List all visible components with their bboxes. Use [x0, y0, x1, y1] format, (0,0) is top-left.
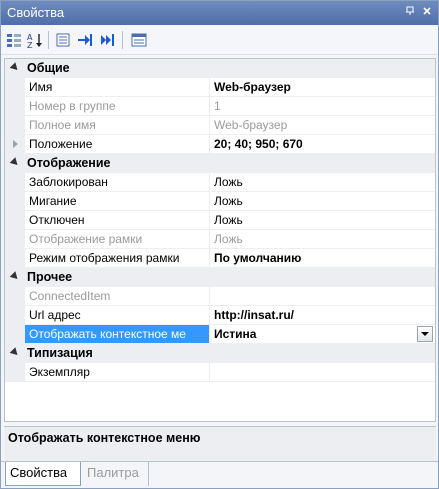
property-row-group-number[interactable]: Номер в группе 1 [5, 97, 435, 116]
property-name: Имя [25, 78, 210, 97]
property-name: Мигание [25, 192, 210, 211]
property-name: ConnectedItem [25, 287, 210, 306]
property-value[interactable]: Web-браузер [210, 78, 435, 97]
property-name: Положение [25, 135, 210, 154]
category-label: Отображение [27, 156, 111, 170]
bindings-icon[interactable] [98, 31, 116, 49]
property-name: Заблокирован [25, 173, 210, 192]
toolbar: AZ [1, 25, 438, 55]
property-value: 1 [210, 97, 435, 116]
property-name: Режим отображения рамки [25, 249, 210, 268]
category-label: Типизация [27, 346, 93, 360]
property-name: Экземпляр [25, 363, 210, 382]
property-value[interactable]: Ложь [210, 211, 435, 230]
property-value: Web-браузер [210, 116, 435, 135]
property-row-disabled[interactable]: Отключен Ложь [5, 211, 435, 230]
property-row-name[interactable]: Имя Web-браузер [5, 78, 435, 97]
categorized-icon[interactable] [5, 31, 23, 49]
property-name: Номер в группе [25, 97, 210, 116]
properties-panel: Свойства AZ Общие Имя Web-браузер Номер … [0, 0, 439, 489]
property-value[interactable]: Ложь [210, 192, 435, 211]
property-name: Полное имя [25, 116, 210, 135]
category-label: Прочее [27, 270, 73, 284]
expand-icon[interactable] [13, 140, 18, 148]
property-row-frame-display[interactable]: Отображение рамки Ложь [5, 230, 435, 249]
category-label: Общие [27, 61, 70, 75]
property-value[interactable]: http://insat.ru/ [210, 306, 435, 325]
collapse-icon[interactable] [9, 271, 21, 282]
property-row-instance[interactable]: Экземпляр [5, 363, 435, 382]
description-pane: Отображать контекстное меню [4, 426, 436, 457]
property-row-connected-item[interactable]: ConnectedItem [5, 287, 435, 306]
property-row-context-menu[interactable]: Отображать контекстное ме Истина [5, 325, 435, 344]
property-name: Отключен [25, 211, 210, 230]
property-name: Отображение рамки [25, 230, 210, 249]
category-other[interactable]: Прочее [5, 268, 435, 287]
category-general[interactable]: Общие [5, 59, 435, 78]
property-value: Ложь [210, 230, 435, 249]
property-row-url[interactable]: Url адрес http://insat.ru/ [5, 306, 435, 325]
panel-title: Свойства [7, 5, 65, 20]
alphabetical-icon[interactable]: AZ [26, 31, 44, 49]
dropdown-button[interactable] [417, 326, 433, 342]
property-row-full-name[interactable]: Полное имя Web-браузер [5, 116, 435, 135]
properties-icon[interactable] [54, 31, 72, 49]
collapse-icon[interactable] [9, 62, 21, 73]
property-value[interactable]: 20; 40; 950; 670 [210, 135, 435, 154]
svg-text:Z: Z [27, 41, 33, 48]
property-value [210, 287, 435, 306]
property-value-dropdown[interactable]: Истина [210, 325, 435, 344]
property-row-position[interactable]: Положение 20; 40; 950; 670 [5, 135, 435, 154]
property-value[interactable] [210, 363, 435, 382]
events-icon[interactable] [76, 31, 94, 49]
description-text: Отображать контекстное меню [8, 431, 201, 445]
property-row-blinking[interactable]: Мигание Ложь [5, 192, 435, 211]
property-pages-icon[interactable] [130, 31, 148, 49]
dropdown-selected-value: Истина [214, 327, 257, 341]
collapse-icon[interactable] [9, 157, 21, 168]
property-value[interactable]: Ложь [210, 173, 435, 192]
toolbar-separator [122, 31, 123, 49]
property-row-frame-mode[interactable]: Режим отображения рамки По умолчанию [5, 249, 435, 268]
category-typing[interactable]: Типизация [5, 344, 435, 363]
tab-palette[interactable]: Палитра [83, 462, 149, 486]
property-name: Отображать контекстное ме [25, 325, 210, 344]
property-name: Url адрес [25, 306, 210, 325]
property-grid: Общие Имя Web-браузер Номер в группе 1 П… [4, 58, 436, 422]
collapse-icon[interactable] [9, 347, 21, 358]
chevron-down-icon [421, 332, 429, 336]
title-bar: Свойства [1, 1, 438, 25]
close-icon[interactable] [421, 6, 433, 18]
category-display[interactable]: Отображение [5, 154, 435, 173]
toolbar-separator [48, 31, 49, 49]
tab-properties[interactable]: Свойства [5, 462, 81, 486]
property-value[interactable]: По умолчанию [210, 249, 435, 268]
tab-strip: Свойства Палитра [1, 461, 438, 488]
pin-icon[interactable] [404, 6, 416, 18]
property-row-locked[interactable]: Заблокирован Ложь [5, 173, 435, 192]
